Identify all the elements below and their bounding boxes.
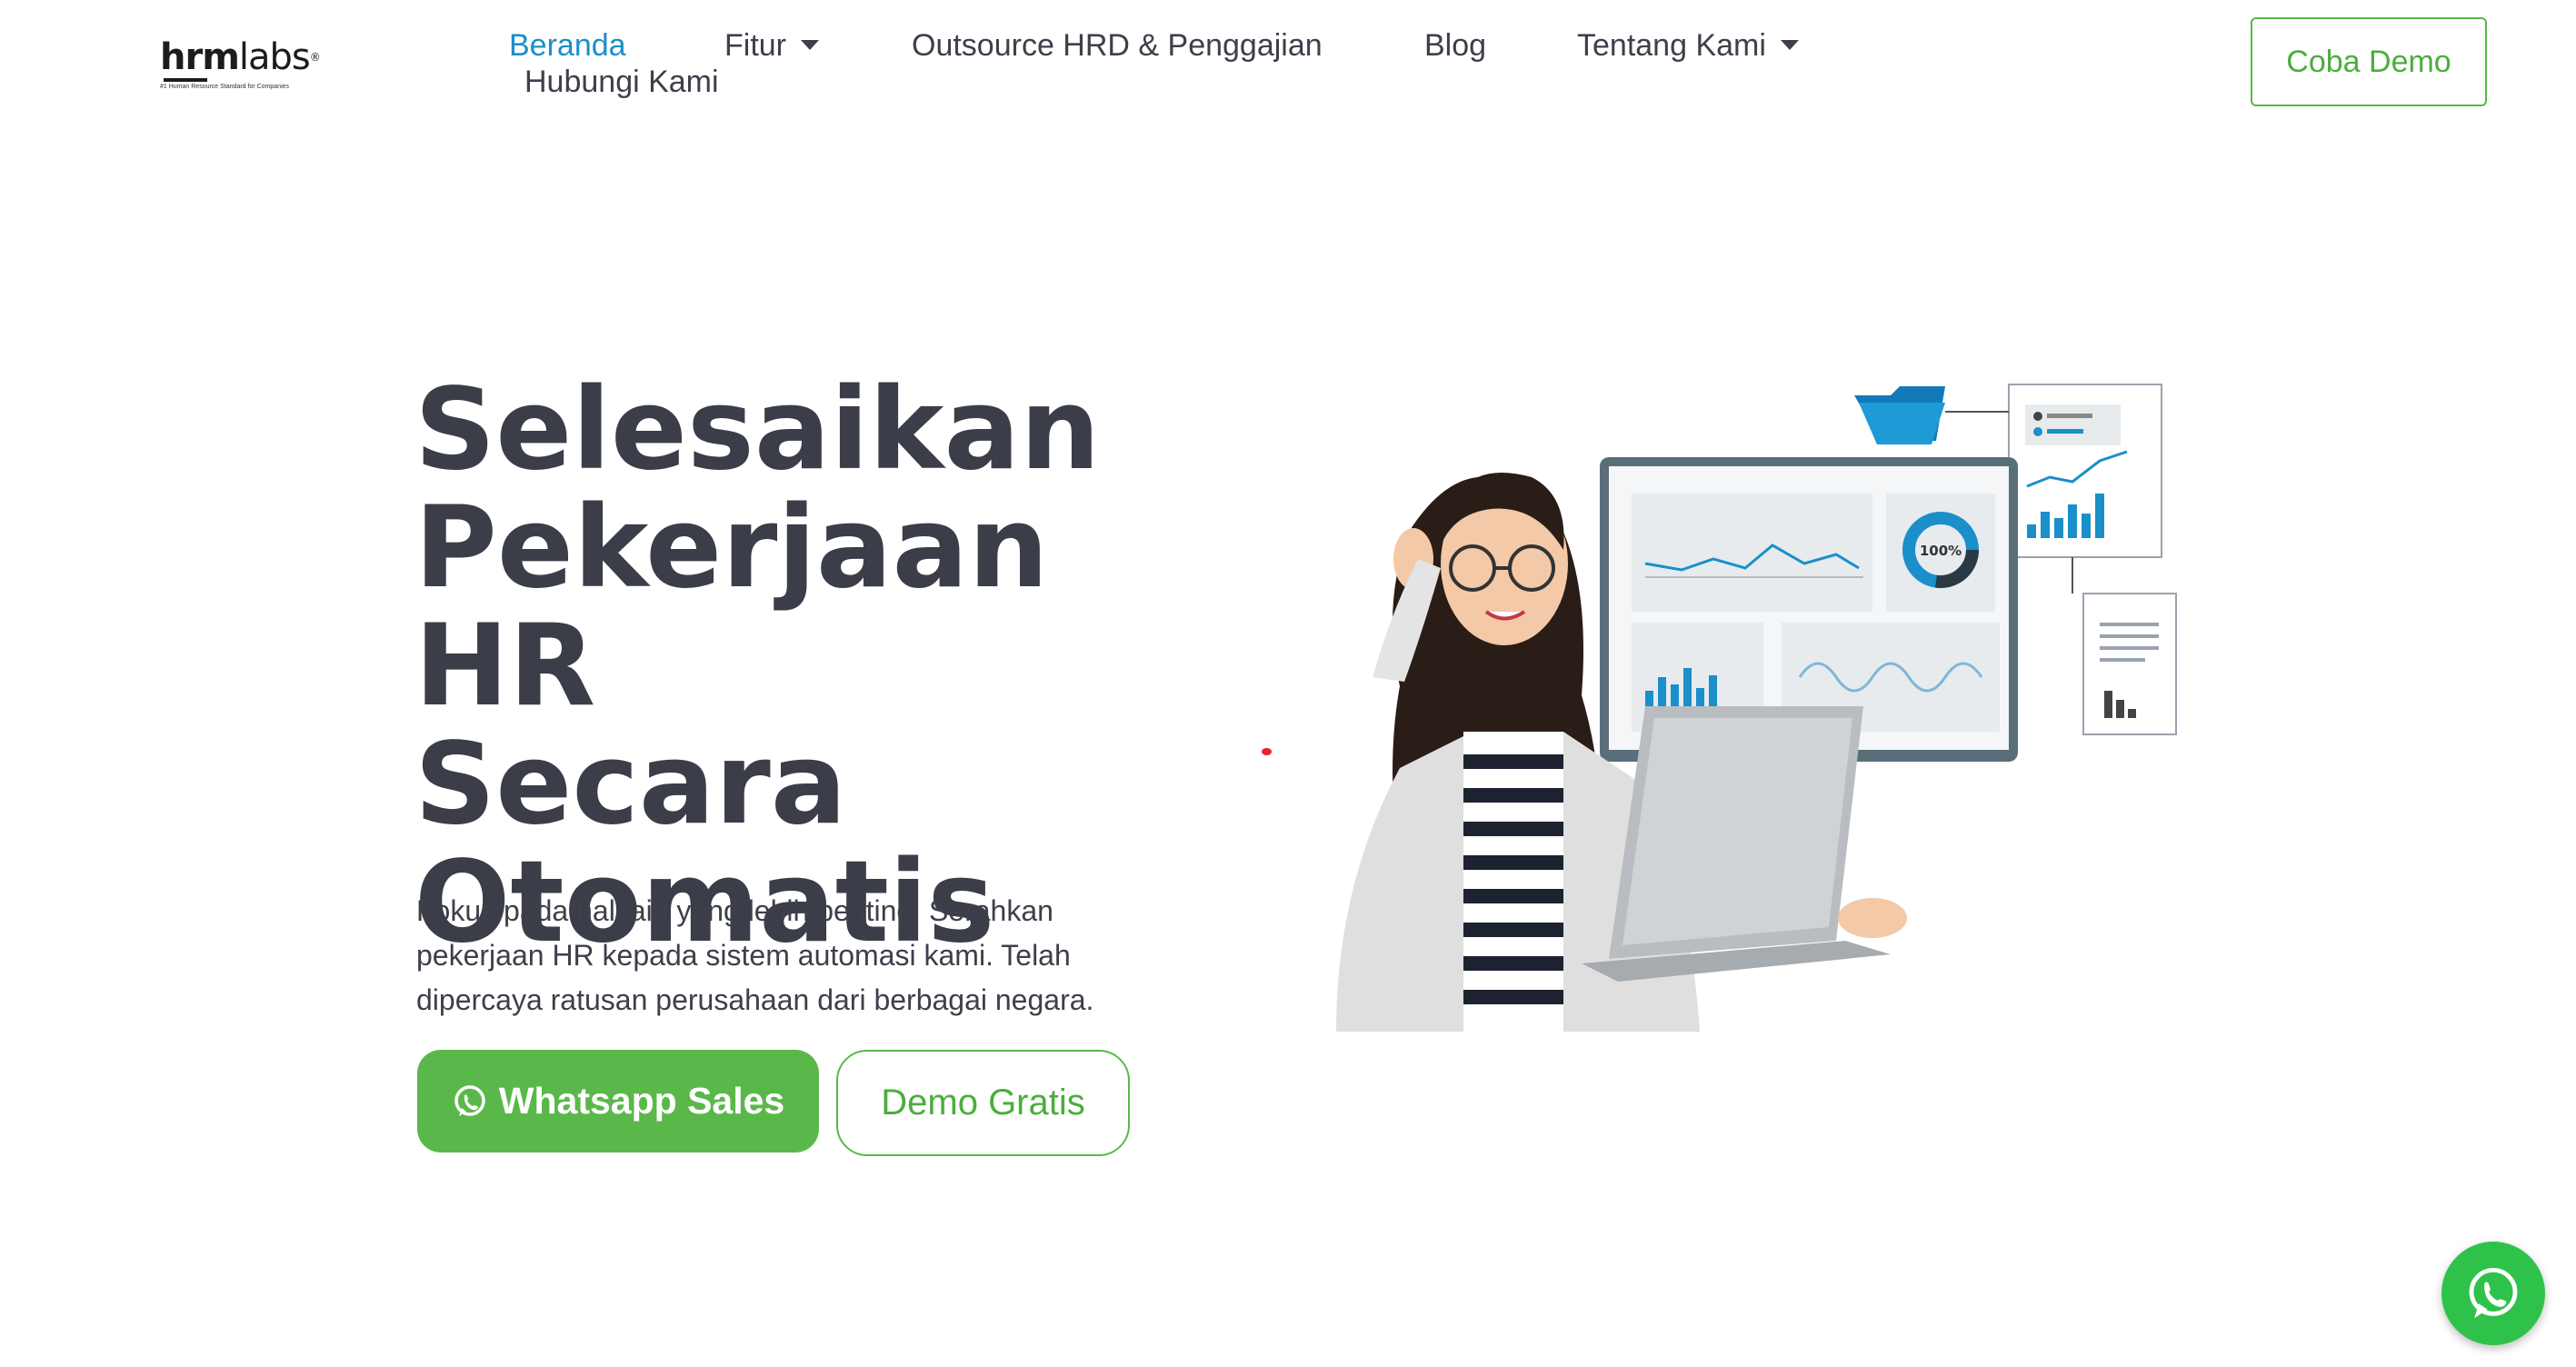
logo-underline — [164, 78, 207, 82]
whatsapp-sales-label: Whatsapp Sales — [498, 1080, 785, 1122]
hero-title-line: Secara — [414, 719, 847, 850]
nav-item-blog[interactable]: Blog — [1424, 27, 1486, 64]
nav-item-outsource[interactable]: Outsource HRD & Penggajian — [912, 27, 1323, 64]
nav-item-tentang-kami[interactable]: Tentang Kami — [1577, 27, 1799, 64]
decorative-dot — [1262, 748, 1272, 755]
whatsapp-icon — [454, 1084, 485, 1116]
hero-title: Selesaikan Pekerjaan HR Secara Otomatis — [414, 371, 1233, 962]
donut-percent-label: 100% — [1920, 543, 1962, 559]
nav-item-fitur-label: Fitur — [724, 28, 786, 63]
nav-item-hubungi-kami[interactable]: Hubungi Kami — [524, 64, 719, 100]
demo-gratis-button[interactable]: Demo Gratis — [836, 1050, 1130, 1156]
folder-icon — [1854, 386, 1945, 444]
brand-logo[interactable]: hrmlabs® #1 Human Resource Standard for … — [160, 36, 333, 91]
whatsapp-icon — [2469, 1268, 2518, 1319]
logo-tagline: #1 Human Resource Standard for Companies — [160, 84, 290, 90]
nav-item-beranda[interactable]: Beranda — [509, 27, 626, 64]
whatsapp-sales-button[interactable]: Whatsapp Sales — [417, 1050, 819, 1152]
logo-wordmark: hrmlabs® — [160, 36, 321, 78]
nav-item-fitur[interactable]: Fitur — [724, 27, 819, 64]
floating-chart-card — [2008, 384, 2162, 558]
caret-down-icon — [801, 39, 819, 50]
hero-description-line: dipercaya ratusan perusahaan dari berbag… — [416, 983, 1094, 1016]
hero-description-line: pekerjaan HR kepada sistem automasi kami… — [416, 939, 1071, 972]
hero-description: Fokus pada hal lain yang lebih penting. … — [416, 889, 1234, 1023]
whatsapp-float-button[interactable] — [2441, 1242, 2545, 1345]
coba-demo-button[interactable]: Coba Demo — [2251, 17, 2487, 106]
hero-title-line: Selesaikan — [414, 364, 1101, 495]
caret-down-icon — [1780, 39, 1799, 50]
hero-illustration: 100% — [1336, 384, 2177, 1032]
hero-title-line: Pekerjaan HR — [414, 483, 1049, 732]
hero-description-line: Fokus pada hal lain yang lebih penting. … — [416, 894, 1053, 927]
nav-item-tentang-kami-label: Tentang Kami — [1577, 28, 1766, 63]
document-icon — [2082, 593, 2177, 735]
